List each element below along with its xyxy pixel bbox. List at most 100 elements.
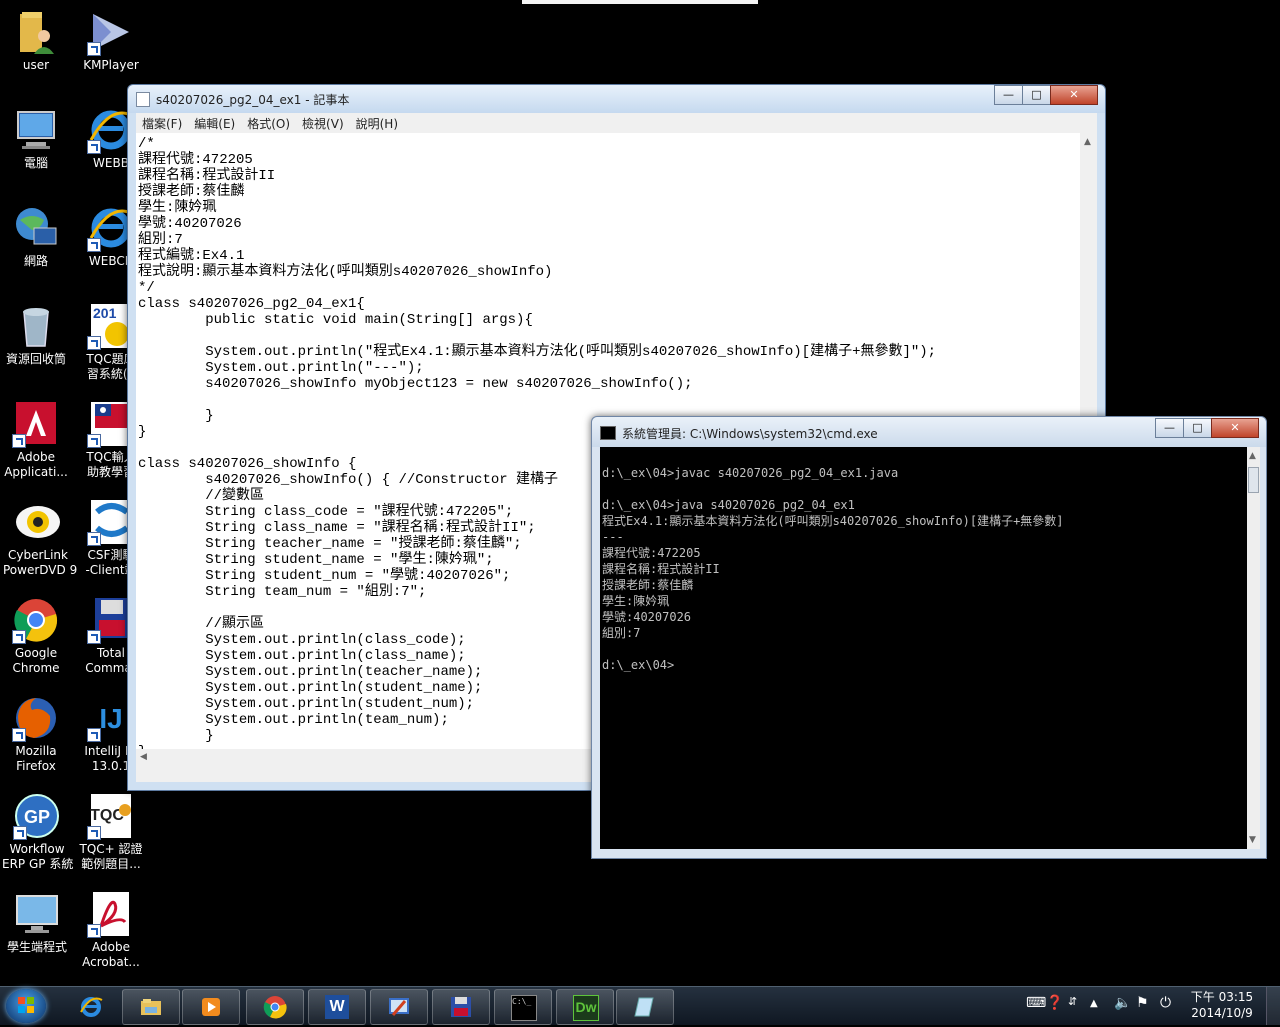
desktop: user 電腦 網路 資源回收筒 Adobe Applicati... Cybe… <box>0 0 1280 986</box>
scroll-thumb[interactable] <box>1248 467 1259 493</box>
shortcut-arrow-icon <box>87 42 101 56</box>
shortcut-arrow-icon <box>87 140 101 154</box>
cmd-vertical-scrollbar[interactable]: ▲ ▼ <box>1247 447 1260 849</box>
svg-text:IJ: IJ <box>99 703 122 734</box>
cmd-icon: C:\_ <box>511 995 537 1021</box>
shortcut-arrow-icon <box>87 434 101 448</box>
close-button[interactable]: ✕ <box>1211 418 1259 438</box>
flag-icon[interactable]: ⚑ <box>1136 995 1149 1011</box>
firefox-icon <box>12 694 60 742</box>
taskbar-paint[interactable] <box>370 989 428 1025</box>
desktop-icon-network[interactable]: 網路 <box>1 204 71 269</box>
menu-edit[interactable]: 編輯(E) <box>188 113 241 134</box>
shortcut-arrow-icon <box>87 336 101 350</box>
chrome-icon <box>263 996 287 1019</box>
user-folder-icon <box>12 8 60 56</box>
show-hidden-icon[interactable]: ▲ <box>1090 998 1098 1009</box>
network-icon <box>12 204 60 252</box>
notepad-titlebar[interactable]: s40207026_pg2_04_ex1 - 記事本 — □ ✕ <box>128 85 1105 113</box>
keyboard-icon[interactable]: ⌨ <box>1026 995 1046 1011</box>
paint-icon <box>389 998 409 1016</box>
shortcut-arrow-icon <box>87 630 101 644</box>
taskbar-explorer[interactable] <box>122 989 180 1025</box>
start-button[interactable] <box>6 989 46 1023</box>
shortcut-arrow-icon <box>87 238 101 252</box>
dreamweaver-icon: Dw <box>573 995 599 1021</box>
taskbar-save[interactable] <box>432 989 490 1025</box>
cmd-title: 系統管理員: C:\Windows\system32\cmd.exe <box>622 427 878 441</box>
powerdvd-icon <box>14 498 62 546</box>
floppy-save-icon <box>451 997 471 1017</box>
volume-icon[interactable]: 🔈 <box>1114 995 1131 1011</box>
desktop-icon-adobe-application[interactable]: Adobe Applicati... <box>1 400 71 480</box>
acrobat-icon <box>87 890 135 938</box>
workflow-gp-icon: GP <box>13 792 61 840</box>
close-button[interactable]: ✕ <box>1050 85 1098 105</box>
desktop-icon-powerdvd[interactable]: CyberLink PowerDVD 9 <box>3 498 77 578</box>
notepad-title: s40207026_pg2_04_ex1 - 記事本 <box>156 93 350 107</box>
desktop-icon-google-chrome[interactable]: Google Chrome <box>1 596 71 676</box>
scroll-up-icon[interactable]: ▲ <box>1249 451 1256 461</box>
scroll-left-icon[interactable]: ◀ <box>140 752 147 762</box>
shortcut-arrow-icon <box>12 728 26 742</box>
desktop-icon-recycle-bin[interactable]: 資源回收筒 <box>1 302 71 367</box>
desktop-icon-mozilla-firefox[interactable]: Mozilla Firefox <box>1 694 71 774</box>
notepad-icon <box>634 997 654 1017</box>
windows-logo-icon <box>18 997 34 1013</box>
minimize-button[interactable]: — <box>1155 418 1184 438</box>
power-icon[interactable]: ⏻ <box>1160 995 1171 1011</box>
desktop-icon-workflow-erp[interactable]: GP Workflow ERP GP 系統 <box>2 792 73 872</box>
chrome-icon <box>12 596 60 644</box>
scroll-up-icon[interactable]: ▲ <box>1084 137 1091 147</box>
notepad-menubar: 檔案(F) 編輯(E) 格式(O) 檢視(V) 說明(H) <box>136 113 1097 133</box>
kmplayer-icon <box>87 8 135 56</box>
cmd-output: d:\_ex\04>javac s40207026_pg2_04_ex1.jav… <box>602 466 1064 672</box>
media-player-icon <box>202 998 220 1016</box>
shortcut-arrow-icon <box>87 924 101 938</box>
scroll-down-icon[interactable]: ▼ <box>1249 835 1256 845</box>
desktop-icon-student-program[interactable]: 學生端程式 <box>2 890 72 955</box>
svg-text:GP: GP <box>24 807 50 827</box>
desktop-icon-user[interactable]: user <box>1 8 71 73</box>
taskbar-ie[interactable] <box>62 989 120 1025</box>
notepad-icon <box>136 92 150 107</box>
clock[interactable]: 下午 03:15 2014/10/9 <box>1188 989 1256 1021</box>
top-edge-window <box>522 0 758 4</box>
ie-icon <box>80 997 103 1017</box>
taskbar-chrome[interactable] <box>246 989 304 1025</box>
desktop-icon-computer[interactable]: 電腦 <box>1 106 71 171</box>
taskbar-dreamweaver[interactable]: Dw <box>556 989 614 1025</box>
taskbar-notepad[interactable] <box>616 989 674 1025</box>
shortcut-arrow-icon <box>12 630 26 644</box>
svg-text:201: 201 <box>93 305 117 321</box>
cmd-window[interactable]: 系統管理員: C:\Windows\system32\cmd.exe — □ ✕… <box>591 416 1267 859</box>
word-icon: W <box>325 995 349 1019</box>
menu-help[interactable]: 說明(H) <box>350 113 404 134</box>
shortcut-arrow-icon <box>87 532 101 546</box>
network-tray-icon[interactable]: ⇵ <box>1068 995 1077 1008</box>
show-desktop-button[interactable] <box>1266 987 1280 1025</box>
shortcut-arrow-icon <box>87 728 101 742</box>
menu-file[interactable]: 檔案(F) <box>136 113 188 134</box>
clock-date: 2014/10/9 <box>1191 1006 1253 1020</box>
cmd-console[interactable]: d:\_ex\04>javac s40207026_pg2_04_ex1.jav… <box>600 447 1247 849</box>
taskbar-cmd[interactable]: C:\_ <box>494 989 552 1025</box>
desktop-icon-kmplayer[interactable]: KMPlayer <box>76 8 146 73</box>
desktop-icon-tqc-plus[interactable]: TQC TQC+ 認證 範例題目... <box>76 792 146 872</box>
taskbar: W C:\_ Dw ⌨ ❓ ⇵ ▲ 🔈 ⚑ ⏻ 下午 03:15 2014/10… <box>0 986 1280 1025</box>
explorer-icon <box>141 999 161 1015</box>
shortcut-arrow-icon <box>12 434 26 448</box>
menu-view[interactable]: 檢視(V) <box>296 113 350 134</box>
shortcut-arrow-icon <box>13 826 27 840</box>
help-icon[interactable]: ❓ <box>1046 995 1063 1011</box>
taskbar-word[interactable]: W <box>308 989 366 1025</box>
maximize-button[interactable]: □ <box>1022 85 1051 105</box>
maximize-button[interactable]: □ <box>1183 418 1212 438</box>
desktop-icon-adobe-acrobat[interactable]: Adobe Acrobat... <box>76 890 146 970</box>
menu-format[interactable]: 格式(O) <box>241 113 296 134</box>
computer-icon <box>12 106 60 154</box>
taskbar-media-player[interactable] <box>182 989 240 1025</box>
cmd-titlebar[interactable]: 系統管理員: C:\Windows\system32\cmd.exe — □ ✕ <box>592 417 1266 447</box>
monitor-icon <box>13 890 61 938</box>
minimize-button[interactable]: — <box>994 85 1023 105</box>
